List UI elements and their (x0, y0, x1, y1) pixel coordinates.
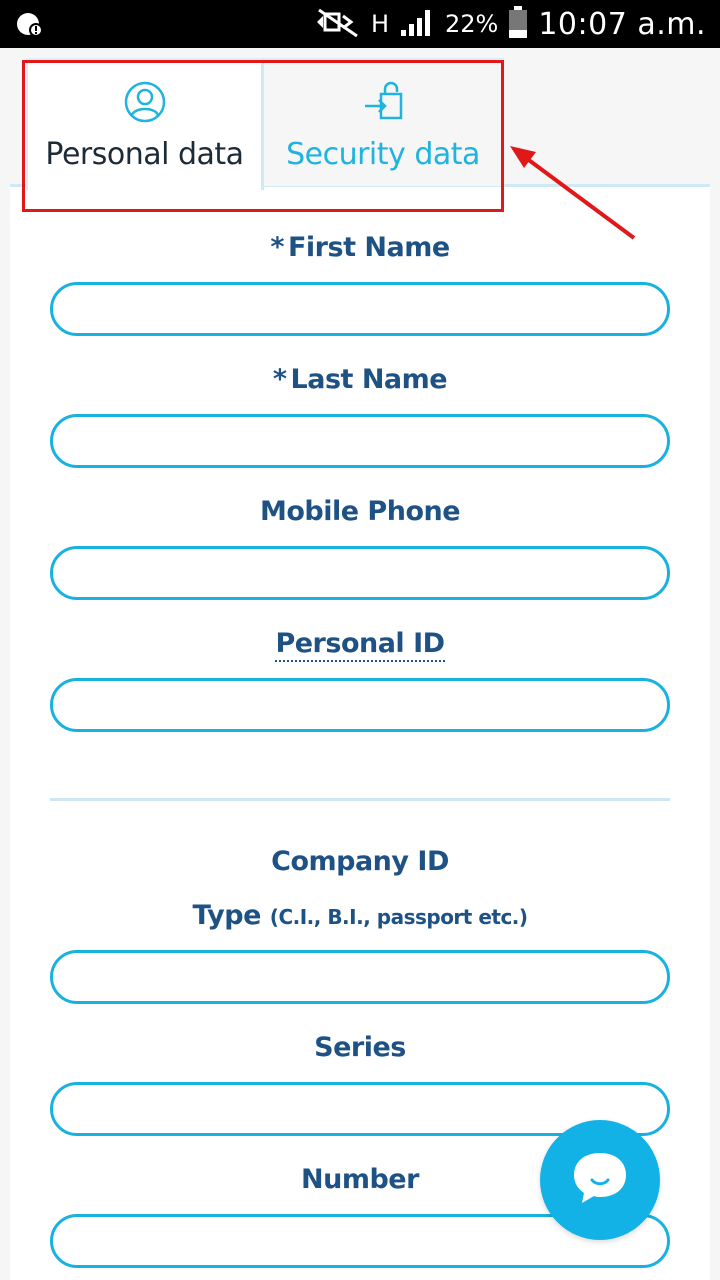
network-type: H (370, 10, 389, 38)
mobile-phone-label: Mobile Phone (259, 496, 461, 527)
company-id-heading: Company ID (271, 846, 449, 877)
annotation-arrow-icon (510, 146, 636, 240)
chat-button[interactable] (540, 1120, 660, 1240)
chat-bubble-icon (568, 1149, 632, 1212)
status-bar: H 22% 10:07 a.m. (0, 0, 720, 48)
personal-id-label: Personal ID (0, 628, 720, 662)
mobile-phone-input[interactable] (50, 546, 670, 600)
personal-id-label-text: Personal ID (275, 628, 445, 662)
clock: 10:07 a.m. (538, 6, 706, 42)
battery-percent: 22% (444, 10, 499, 38)
signal-icon (399, 6, 435, 43)
type-label: Type (C.I., B.I., passport etc.) (192, 900, 528, 931)
mute-icon (315, 6, 361, 43)
type-input[interactable] (50, 950, 670, 1004)
battery-icon (508, 5, 528, 44)
first-name-input[interactable] (50, 282, 670, 336)
series-label: Series (314, 1032, 406, 1063)
last-name-label: * Last Name (272, 364, 448, 395)
annotation-highlight-box (22, 60, 504, 212)
required-marker: * (270, 232, 284, 263)
personal-id-input[interactable] (50, 678, 670, 732)
required-marker: * (272, 364, 287, 395)
notification-icon (14, 10, 46, 43)
type-hint: (C.I., B.I., passport etc.) (269, 905, 528, 929)
last-name-input[interactable] (50, 414, 670, 468)
section-divider (50, 798, 670, 801)
